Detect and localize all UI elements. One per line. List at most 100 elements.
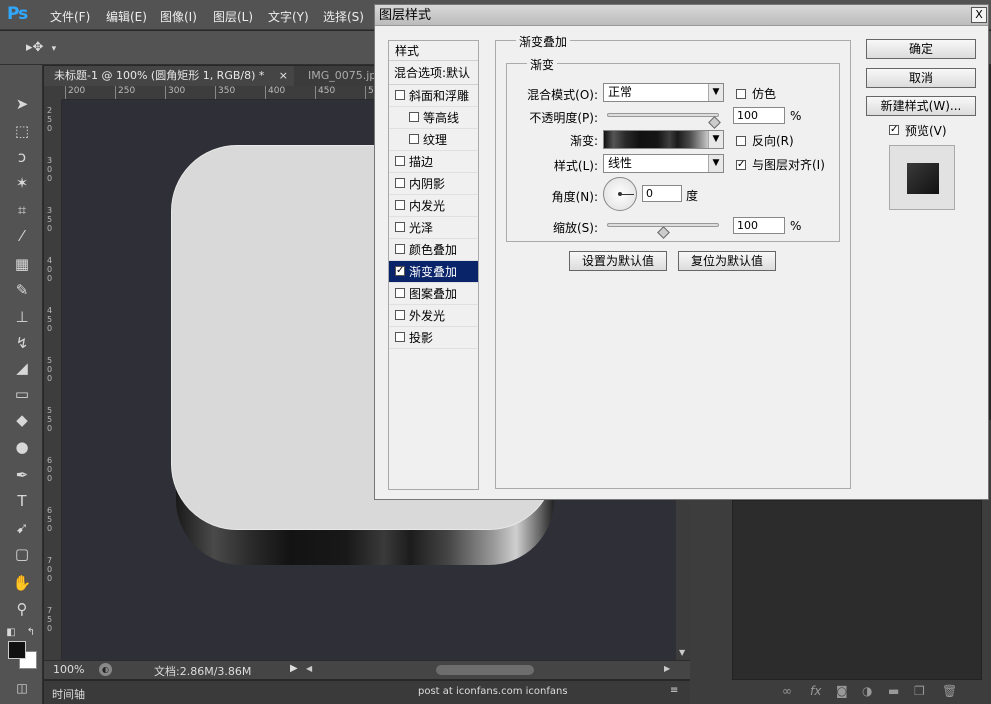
style-item-checkbox[interactable] (409, 134, 419, 144)
scale-slider[interactable] (607, 223, 719, 239)
horizontal-scrollbar[interactable]: ◀ ▶ (304, 661, 674, 679)
menu-file[interactable]: 文件(F) (50, 8, 90, 25)
style-item-checkbox[interactable] (409, 112, 419, 122)
opacity-input[interactable]: 100 (733, 107, 785, 124)
blend-mode-select[interactable]: 正常 ▼ (603, 83, 724, 102)
style-item-checkbox[interactable] (395, 178, 405, 188)
new-style-button[interactable]: 新建样式(W)... (866, 96, 976, 116)
menu-edit[interactable]: 编辑(E) (106, 8, 147, 25)
style-item[interactable]: 内发光 (389, 195, 478, 217)
eraser-tool-icon[interactable]: ◢ (9, 357, 35, 379)
style-select[interactable]: 线性 ▼ (603, 154, 724, 173)
style-item-checkbox[interactable] (395, 288, 405, 298)
scale-input[interactable]: 100 (733, 217, 785, 234)
stamp-tool-icon[interactable]: ⊥ (9, 306, 35, 328)
horizontal-scroll-thumb[interactable] (436, 665, 534, 675)
eyedropper-tool-icon[interactable]: ⁄ (9, 225, 35, 247)
angle-input[interactable]: 0 (642, 185, 682, 202)
adjustment-layer-icon[interactable]: ◑ (862, 684, 872, 698)
close-icon[interactable]: × (279, 66, 288, 86)
style-item[interactable]: 投影 (389, 327, 478, 349)
layers-list[interactable] (732, 500, 982, 680)
pen-tool-icon[interactable]: ✒ (9, 464, 35, 486)
preview-checkbox[interactable]: ✓ (889, 125, 899, 135)
zoom-level[interactable]: 100% (53, 663, 84, 676)
gradient-picker[interactable]: ▼ (603, 130, 724, 149)
opacity-slider-thumb[interactable] (708, 116, 721, 129)
scroll-down-icon[interactable]: ▼ (679, 648, 685, 657)
align-with-layer-checkbox[interactable]: ✓ (736, 160, 746, 170)
style-item[interactable]: 描边 (389, 151, 478, 173)
style-item[interactable]: 外发光 (389, 305, 478, 327)
style-item-checkbox[interactable] (395, 310, 405, 320)
shape-tool-icon[interactable]: ▢ (9, 543, 35, 565)
move-tool-preset[interactable]: ▸✥ ▾ (26, 40, 56, 55)
style-item[interactable]: 颜色叠加 (389, 239, 478, 261)
type-tool-icon[interactable]: T (9, 490, 35, 512)
menu-type[interactable]: 文字(Y) (268, 8, 309, 25)
scale-slider-thumb[interactable] (657, 226, 670, 239)
menu-select[interactable]: 选择(S) (323, 8, 364, 25)
chevron-down-icon[interactable]: ▼ (708, 131, 723, 148)
cancel-button[interactable]: 取消 (866, 68, 976, 88)
style-item[interactable]: 等高线 (389, 107, 478, 129)
tab-untitled-1[interactable]: 未标题-1 @ 100% (圆角矩形 1, RGB/8) * × (44, 66, 294, 86)
scroll-right-icon[interactable]: ▶ (664, 664, 670, 673)
styles-header[interactable]: 样式 (389, 41, 478, 61)
healing-brush-tool-icon[interactable]: ▦ (9, 253, 35, 275)
panel-menu-icon[interactable]: ≡ (670, 685, 678, 696)
set-default-button[interactable]: 设置为默认值 (569, 251, 667, 271)
brush-tool-icon[interactable]: ✎ (9, 279, 35, 301)
link-layers-icon[interactable]: ∞ (782, 684, 792, 698)
path-selection-tool-icon[interactable]: ➹ (9, 517, 35, 539)
magic-wand-tool-icon[interactable]: ✶ (9, 172, 35, 194)
status-arrow-icon[interactable]: ▶ (290, 663, 298, 674)
style-item-checkbox[interactable] (395, 244, 405, 254)
style-item-checkbox[interactable]: ✓ (395, 266, 405, 276)
style-item[interactable]: 光泽 (389, 217, 478, 239)
menu-layer[interactable]: 图层(L) (213, 8, 253, 25)
trash-icon[interactable]: 🗑 (942, 684, 957, 698)
scroll-left-icon[interactable]: ◀ (306, 664, 312, 673)
style-item[interactable]: 纹理 (389, 129, 478, 151)
blend-options-item[interactable]: 混合选项:默认 (389, 61, 478, 85)
new-group-icon[interactable]: ▬ (888, 684, 899, 698)
style-item-checkbox[interactable] (395, 332, 405, 342)
foreground-color-swatch[interactable] (8, 641, 26, 659)
history-brush-tool-icon[interactable]: ↯ (9, 332, 35, 354)
status-menu-icon[interactable]: ◐ (99, 663, 112, 676)
ruler-origin[interactable] (44, 86, 62, 100)
dither-checkbox[interactable] (736, 89, 746, 99)
new-layer-icon[interactable]: ❐ (914, 684, 925, 698)
style-item[interactable]: ✓ 渐变叠加 (389, 261, 478, 283)
style-item-checkbox[interactable] (395, 90, 405, 100)
hand-tool-icon[interactable]: ✋ (9, 572, 35, 594)
style-item-checkbox[interactable] (395, 156, 405, 166)
quick-mask-icon[interactable]: ◫ (9, 677, 35, 699)
opacity-slider[interactable] (607, 113, 721, 129)
reset-default-button[interactable]: 复位为默认值 (678, 251, 776, 271)
reverse-checkbox[interactable] (736, 136, 746, 146)
blur-tool-icon[interactable]: ◆ (9, 409, 35, 431)
ok-button[interactable]: 确定 (866, 39, 976, 59)
crop-tool-icon[interactable]: ⌗ (9, 199, 35, 221)
dodge-tool-icon[interactable]: ● (9, 436, 35, 458)
fx-icon[interactable]: fx (810, 684, 821, 698)
move-tool-icon[interactable]: ➤ (9, 93, 35, 115)
swap-colors-icon[interactable]: ↰ (24, 622, 38, 644)
style-item[interactable]: 图案叠加 (389, 283, 478, 305)
angle-dial[interactable] (603, 177, 637, 211)
style-item[interactable]: 内阴影 (389, 173, 478, 195)
style-item-checkbox[interactable] (395, 200, 405, 210)
timeline-tab[interactable]: 时间轴 (52, 686, 85, 702)
chevron-down-icon: ▾ (51, 44, 57, 54)
lasso-tool-icon[interactable]: ↄ (9, 146, 35, 168)
gradient-tool-icon[interactable]: ▭ (9, 383, 35, 405)
add-mask-icon[interactable]: ◙ (836, 684, 848, 698)
close-button[interactable]: X (971, 7, 987, 23)
style-item-checkbox[interactable] (395, 222, 405, 232)
menu-image[interactable]: 图像(I) (160, 8, 197, 25)
style-item[interactable]: 斜面和浮雕 (389, 85, 478, 107)
marquee-tool-icon[interactable]: ⬚ (9, 120, 35, 142)
zoom-tool-icon[interactable]: ⚲ (9, 598, 35, 620)
